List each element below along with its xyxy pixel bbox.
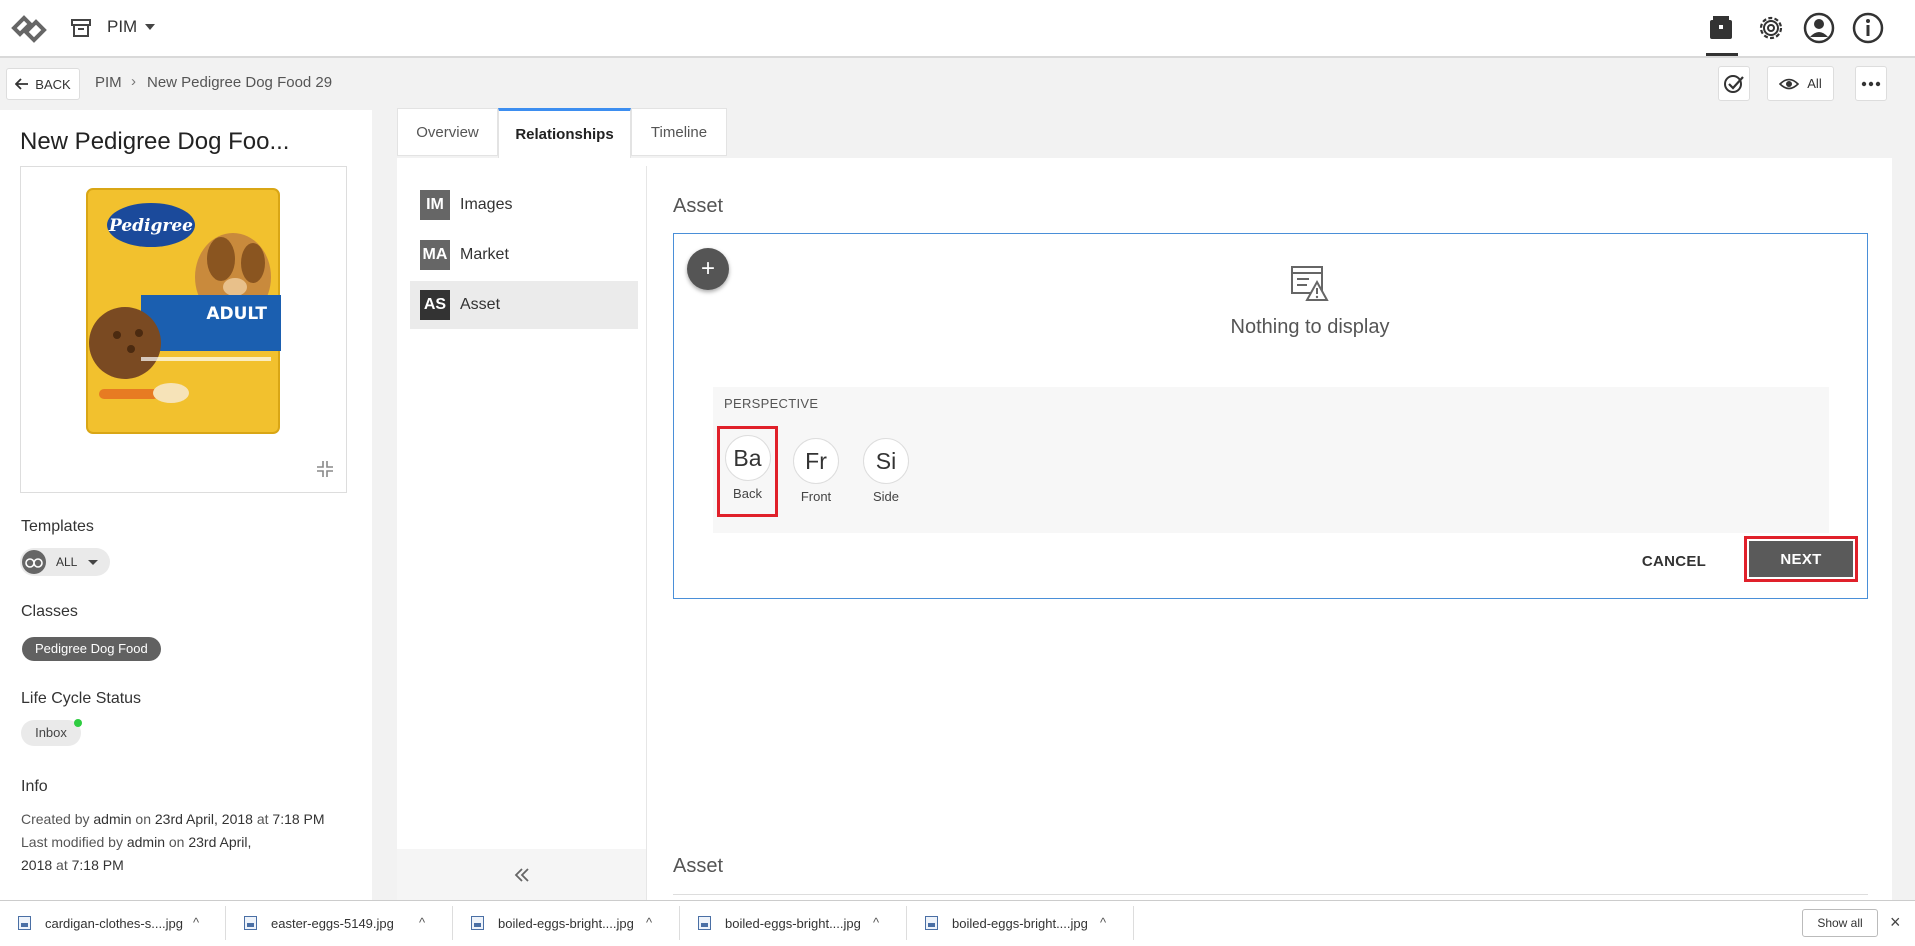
show-all-downloads-button[interactable]: Show all [1802, 909, 1878, 937]
chevron-up-icon[interactable]: ^ [646, 916, 656, 929]
relationship-item-asset[interactable]: AS Asset [410, 281, 638, 329]
user-account-icon[interactable] [1802, 11, 1836, 45]
perspective-front[interactable]: Fr Front [786, 438, 846, 518]
download-filename: boiled-eggs-bright....jpg [952, 915, 1088, 931]
back-button[interactable]: BACK [6, 68, 80, 100]
image-file-icon [471, 916, 484, 930]
gear-icon[interactable] [1754, 11, 1788, 45]
close-icon[interactable]: × [1890, 912, 1901, 933]
archive-icon [71, 19, 91, 37]
download-filename: easter-eggs-5149.jpg [271, 915, 394, 931]
relationship-badge: AS [420, 290, 450, 320]
download-item[interactable]: boiled-eggs-bright....jpg ^ [453, 906, 680, 940]
templates-selector[interactable]: ALL [20, 548, 110, 576]
relationship-item-images[interactable]: IM Images [410, 181, 638, 229]
image-file-icon [698, 916, 711, 930]
perspective-name: Front [800, 489, 832, 504]
check-status-button[interactable] [1718, 66, 1750, 101]
product-image[interactable]: Pedigree ADULT [20, 166, 347, 493]
relationship-badge: IM [420, 190, 450, 220]
arrow-left-icon [15, 78, 29, 90]
glasses-icon [22, 550, 46, 574]
tab-timeline[interactable]: Timeline [631, 108, 727, 156]
created-info: Created by admin on 23rd April, 2018 at … [21, 811, 325, 827]
dashboard-icon[interactable] [1704, 11, 1738, 45]
add-asset-button[interactable]: + [687, 248, 729, 290]
eye-icon [1779, 78, 1800, 89]
chevron-up-icon[interactable]: ^ [419, 916, 429, 929]
chevron-down-icon [88, 560, 98, 565]
class-chip[interactable]: Pedigree Dog Food [22, 637, 161, 661]
relationship-badge: MA [420, 240, 450, 270]
product-brand-text: Pedigree [108, 216, 193, 236]
download-filename: boiled-eggs-bright....jpg [498, 915, 634, 931]
product-badge-text: ADULT [206, 304, 267, 324]
modified-info-cont: 2018 at 7:18 PM [21, 857, 124, 873]
double-chevron-left-icon [514, 867, 529, 882]
chevron-up-icon[interactable]: ^ [1100, 916, 1110, 929]
more-options-button[interactable] [1855, 66, 1887, 101]
chevron-down-icon[interactable] [145, 24, 155, 30]
perspective-back[interactable]: Ba Back [717, 426, 778, 517]
empty-state-text: Nothing to display [1230, 316, 1390, 338]
cancel-button[interactable]: CANCEL [1634, 545, 1714, 577]
relationship-label: Images [460, 196, 513, 213]
asset-section-title-2: Asset [673, 855, 724, 877]
asset-section-title: Asset [673, 195, 724, 217]
perspective-name: Side [872, 489, 900, 504]
lifecycle-status-chip[interactable]: Inbox [21, 720, 81, 746]
download-item[interactable]: easter-eggs-5149.jpg ^ [226, 906, 453, 940]
relationship-label: Asset [460, 296, 501, 313]
app-logo-icon[interactable] [6, 10, 50, 46]
view-filter-label: All [1807, 76, 1822, 91]
lifecycle-label: Life Cycle Status [21, 690, 142, 707]
info-label: Info [21, 778, 48, 795]
relationship-item-market[interactable]: MA Market [410, 231, 638, 279]
perspective-name: Back [733, 486, 762, 501]
product-title: New Pedigree Dog Foo... [20, 128, 290, 155]
breadcrumb-separator: › [131, 73, 136, 90]
relationship-label: Market [460, 246, 509, 263]
modified-info: Last modified by admin on 23rd April, [21, 834, 252, 850]
tab-overview[interactable]: Overview [397, 108, 498, 156]
templates-label: Templates [21, 518, 94, 535]
classes-label: Classes [21, 603, 78, 620]
top-bar: PIM [0, 0, 1915, 58]
templates-value: ALL [56, 555, 78, 569]
image-file-icon [18, 916, 31, 930]
collapse-list-button[interactable] [397, 849, 647, 900]
perspective-side[interactable]: Si Side [856, 438, 916, 518]
back-button-label: BACK [35, 76, 71, 92]
app-switcher-label[interactable]: PIM [107, 17, 137, 37]
view-filter-button[interactable]: All [1767, 66, 1834, 101]
chevron-up-icon[interactable]: ^ [193, 916, 203, 929]
check-circle-icon [1724, 74, 1744, 93]
download-item[interactable]: boiled-eggs-bright....jpg ^ [680, 906, 907, 940]
more-horizontal-icon [1861, 81, 1881, 86]
breadcrumb-root[interactable]: PIM [95, 74, 122, 91]
divider [673, 894, 1868, 895]
breadcrumb-current: New Pedigree Dog Food 29 [147, 74, 333, 91]
download-item[interactable]: cardigan-clothes-s....jpg ^ [0, 906, 226, 940]
active-indicator [1706, 53, 1738, 56]
image-file-icon [925, 916, 938, 930]
status-indicator [74, 719, 82, 727]
perspective-circle: Si [863, 438, 909, 484]
chevron-up-icon[interactable]: ^ [873, 916, 883, 929]
download-filename: cardigan-clothes-s....jpg [45, 915, 184, 931]
download-filename: boiled-eggs-bright....jpg [725, 915, 861, 931]
tab-relationships[interactable]: Relationships [498, 108, 631, 158]
perspective-circle: Fr [793, 438, 839, 484]
no-data-icon [1291, 266, 1329, 301]
perspective-circle: Ba [724, 435, 771, 481]
perspective-label: PERSPECTIVE [724, 396, 819, 411]
collapse-image-icon[interactable] [314, 458, 336, 480]
download-item[interactable]: boiled-eggs-bright....jpg ^ [907, 906, 1134, 940]
product-package-image: Pedigree ADULT [86, 188, 281, 434]
info-icon[interactable] [1851, 11, 1885, 45]
image-file-icon [244, 916, 257, 930]
next-button[interactable]: NEXT [1749, 541, 1853, 577]
